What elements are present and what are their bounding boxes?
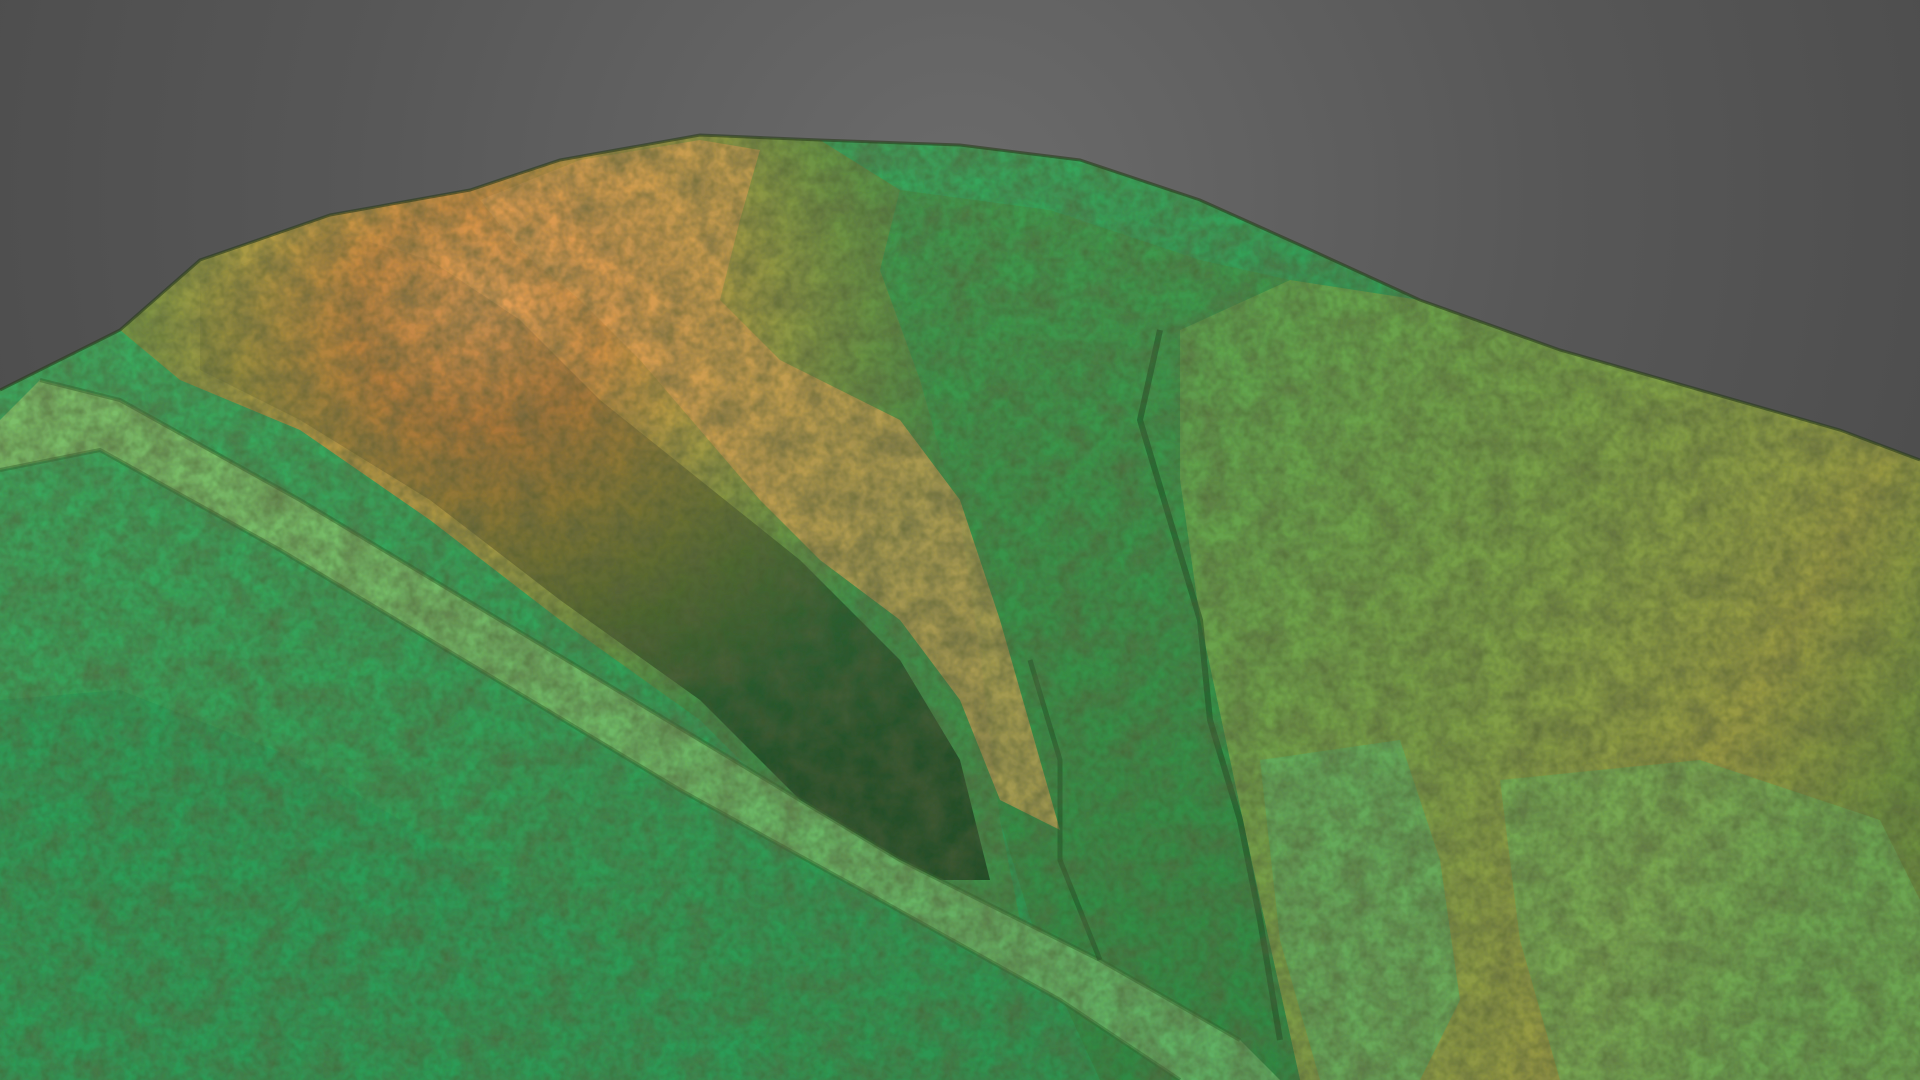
terrain-fine-texture (0, 135, 1920, 1080)
terrain-model-view (0, 133, 1920, 1080)
terrain-scene (0, 0, 1920, 1080)
